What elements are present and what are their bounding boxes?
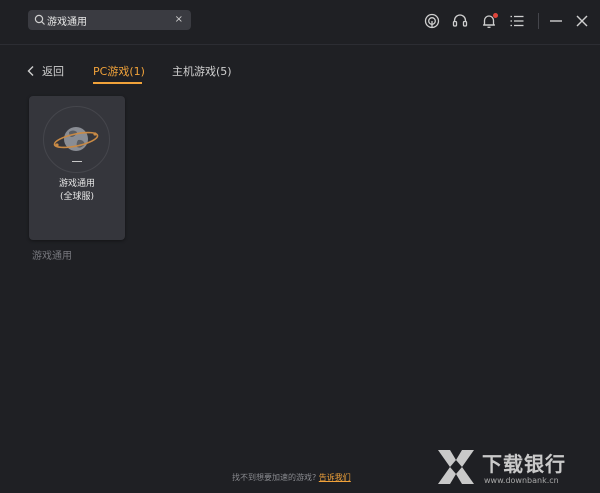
- back-button[interactable]: 返回: [26, 63, 64, 79]
- chevron-left-icon: [27, 66, 34, 76]
- search-icon: [34, 14, 45, 25]
- headset-icon[interactable]: [451, 12, 469, 30]
- footer-feedback: 找不到想要加速的游戏? 告诉我们: [232, 472, 351, 483]
- clear-search-button[interactable]: ×: [175, 13, 183, 27]
- game-region: (全球服): [59, 192, 95, 202]
- toolbar-divider: [538, 13, 539, 29]
- watermark-url: www.downbank.cn: [484, 476, 559, 485]
- close-icon[interactable]: [573, 12, 591, 30]
- category-tabs: 返回 PC游戏(1) 主机游戏(5): [0, 58, 600, 88]
- notification-dot: [493, 13, 498, 18]
- speed-icon[interactable]: [423, 12, 441, 30]
- watermark-name: 下载银行: [482, 452, 566, 476]
- feedback-link[interactable]: 告诉我们: [319, 473, 351, 482]
- search-input[interactable]: 游戏通用: [47, 13, 87, 28]
- watermark: 下载银行 www.downbank.cn: [436, 446, 586, 490]
- search-box[interactable]: 游戏通用 ×: [28, 10, 191, 30]
- menu-icon[interactable]: [508, 12, 526, 30]
- minimize-icon[interactable]: [547, 12, 565, 30]
- tab-console-games[interactable]: 主机游戏(5): [172, 63, 232, 79]
- globe-icon: [53, 127, 99, 151]
- active-tab-indicator: [93, 82, 142, 84]
- back-label: 返回: [42, 65, 64, 78]
- watermark-logo-icon: [438, 450, 474, 484]
- title-bar: 游戏通用 ×: [0, 0, 600, 45]
- game-card[interactable]: 游戏通用 (全球服): [29, 96, 125, 240]
- icon-divider: [72, 161, 82, 162]
- game-caption: 游戏通用: [32, 251, 72, 262]
- footer-prompt: 找不到想要加速的游戏?: [232, 473, 317, 482]
- tab-pc-games[interactable]: PC游戏(1): [93, 63, 145, 79]
- game-title: 游戏通用: [58, 179, 95, 189]
